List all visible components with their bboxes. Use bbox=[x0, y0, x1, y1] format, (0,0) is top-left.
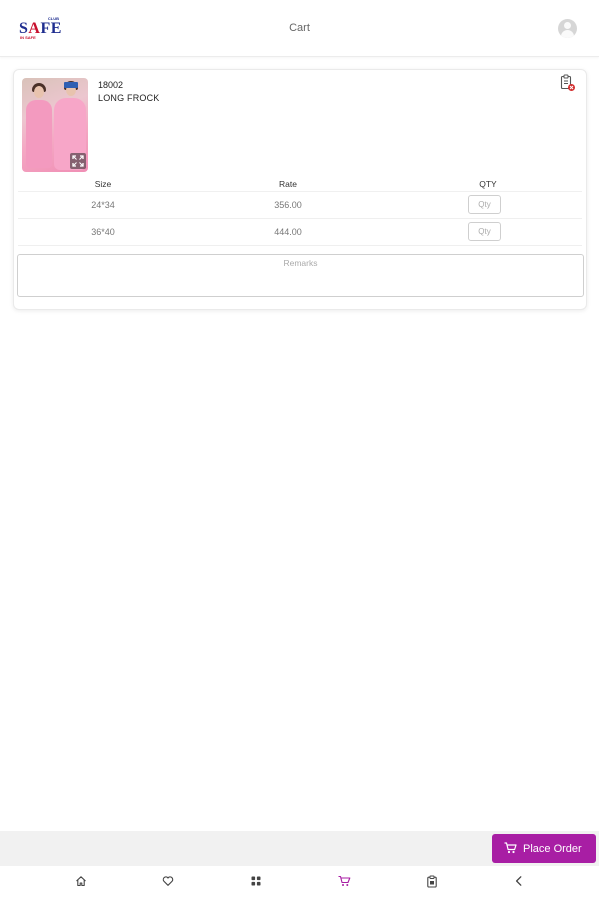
nav-wishlist[interactable] bbox=[159, 875, 177, 891]
size-column-header: Size bbox=[94, 179, 112, 189]
clipboard-icon bbox=[427, 875, 437, 888]
nav-categories[interactable] bbox=[247, 875, 265, 891]
product-code: 18002 bbox=[98, 80, 124, 90]
qty-input[interactable] bbox=[468, 222, 501, 241]
size-cell: 24*34 bbox=[91, 200, 115, 210]
avatar-body-shape bbox=[561, 30, 574, 38]
expand-image-button[interactable] bbox=[70, 153, 86, 169]
page-title: Cart bbox=[289, 22, 310, 34]
grid-icon bbox=[251, 876, 261, 886]
place-order-button[interactable]: Place Order bbox=[492, 834, 596, 863]
product-image[interactable] bbox=[22, 78, 88, 172]
table-row: 36*40 444.00 bbox=[18, 219, 582, 246]
image-face-left bbox=[34, 86, 44, 98]
expand-icon bbox=[72, 155, 84, 167]
rate-column-header: Rate bbox=[279, 179, 297, 189]
rate-cell: 356.00 bbox=[274, 200, 302, 210]
image-dress-left bbox=[26, 100, 52, 168]
place-order-bar: Place Order bbox=[0, 831, 599, 866]
product-name: LONG FROCK bbox=[98, 93, 160, 103]
rate-cell: 444.00 bbox=[274, 227, 302, 237]
remarks-field[interactable] bbox=[17, 254, 584, 297]
heart-icon bbox=[162, 876, 174, 886]
chevron-left-icon bbox=[515, 876, 522, 886]
cart-item-card: 18002 LONG FROCK Size Rate QTY 24*34 356… bbox=[13, 69, 587, 310]
avatar-head-shape bbox=[564, 22, 571, 29]
place-order-label: Place Order bbox=[523, 843, 582, 855]
delete-clipboard-icon bbox=[560, 74, 575, 91]
nav-cart[interactable] bbox=[335, 875, 353, 891]
qty-column-header: QTY bbox=[479, 179, 497, 189]
delete-item-button[interactable] bbox=[560, 74, 576, 92]
nav-orders[interactable] bbox=[423, 875, 441, 891]
logo-subtext: IN SAFE bbox=[20, 35, 36, 40]
qty-input[interactable] bbox=[468, 195, 501, 214]
app-header: CLUB SAFE IN SAFE Cart bbox=[0, 0, 599, 57]
nav-home[interactable] bbox=[72, 875, 90, 891]
size-cell: 36*40 bbox=[91, 227, 115, 237]
image-badge bbox=[64, 82, 78, 88]
table-row: 24*34 356.00 bbox=[18, 192, 582, 219]
cart-icon bbox=[338, 875, 350, 886]
size-rate-table: Size Rate QTY 24*34 356.00 36*40 444.00 bbox=[18, 176, 582, 246]
home-icon bbox=[76, 876, 86, 887]
table-header-row: Size Rate QTY bbox=[18, 176, 582, 192]
cart-icon bbox=[504, 842, 517, 854]
bottom-navigation bbox=[0, 866, 599, 900]
user-avatar[interactable] bbox=[558, 19, 577, 38]
nav-back[interactable] bbox=[510, 875, 528, 891]
